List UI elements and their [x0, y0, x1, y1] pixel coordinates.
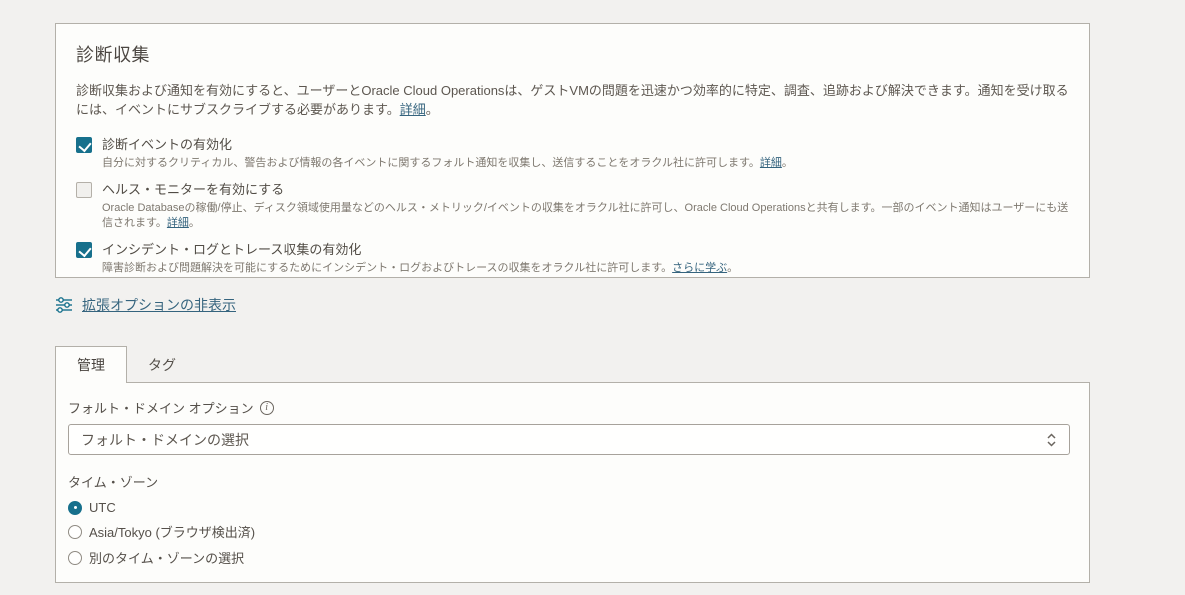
sliders-icon	[55, 296, 73, 314]
other-timezone-radio[interactable]	[68, 551, 82, 565]
checkbox-body: ヘルス・モニターを有効にする Oracle Databaseの稼働/停止、ディス…	[102, 181, 1069, 231]
tab-bar: 管理 タグ	[55, 346, 197, 383]
checkbox-row-incident-logs: インシデント・ログとトレース収集の有効化 障害診断および問題解決を可能にするため…	[76, 241, 1069, 276]
description-period: 。	[727, 262, 738, 274]
description-period: 。	[782, 157, 793, 169]
panel-description: 診断収集および通知を有効にすると、ユーザーとOracle Cloud Opera…	[76, 81, 1069, 119]
utc-radio[interactable]	[68, 501, 82, 515]
incident-logs-label[interactable]: インシデント・ログとトレース収集の有効化	[102, 241, 738, 258]
radio-row-other-timezone: 別のタイム・ゾーンの選択	[68, 548, 1077, 567]
health-monitor-description: Oracle Databaseの稼働/停止、ディスク領域使用量などのヘルス・メト…	[102, 201, 1069, 231]
diagnostic-events-label[interactable]: 診断イベントの有効化	[102, 136, 793, 153]
diagnostics-collection-panel: 診断収集 診断収集および通知を有効にすると、ユーザーとOracle Cloud …	[55, 23, 1090, 278]
learn-more-link[interactable]: さらに学ぶ	[672, 262, 727, 274]
tab-tags-label: タグ	[148, 355, 176, 375]
fault-domain-label-row: フォルト・ドメイン オプション i	[68, 398, 1077, 417]
checkbox-body: 診断イベントの有効化 自分に対するクリティカル、警告および情報の各イベントに関す…	[102, 136, 793, 171]
tab-tags[interactable]: タグ	[127, 346, 197, 383]
advanced-options-row: 拡張オプションの非表示	[55, 295, 236, 315]
radio-row-asia-tokyo: Asia/Tokyo (ブラウザ検出済)	[68, 522, 1077, 541]
description-text: Oracle Databaseの稼働/停止、ディスク領域使用量などのヘルス・メト…	[102, 202, 1068, 229]
management-panel: フォルト・ドメイン オプション i フォルト・ドメインの選択 タイム・ゾーン U…	[55, 382, 1090, 583]
timezone-label: タイム・ゾーン	[68, 472, 1077, 491]
diagnostic-events-description: 自分に対するクリティカル、警告および情報の各イベントに関するフォルト通知を収集し…	[102, 156, 793, 171]
timezone-radio-group: UTC Asia/Tokyo (ブラウザ検出済) 別のタイム・ゾーンの選択	[68, 500, 1077, 567]
select-caret-icon	[1046, 432, 1057, 448]
utc-radio-label[interactable]: UTC	[89, 500, 116, 515]
radio-row-utc: UTC	[68, 500, 1077, 515]
panel-description-text: 診断収集および通知を有効にすると、ユーザーとOracle Cloud Opera…	[76, 83, 1069, 117]
description-period: 。	[426, 102, 439, 117]
asia-tokyo-radio-label[interactable]: Asia/Tokyo (ブラウザ検出済)	[89, 522, 255, 541]
incident-logs-description: 障害診断および問題解決を可能にするためにインシデント・ログおよびトレースの収集を…	[102, 261, 738, 276]
other-timezone-radio-label[interactable]: 別のタイム・ゾーンの選択	[89, 548, 244, 567]
description-text: 自分に対するクリティカル、警告および情報の各イベントに関するフォルト通知を収集し…	[102, 157, 760, 169]
info-icon[interactable]: i	[260, 401, 274, 415]
hide-advanced-options-link[interactable]: 拡張オプションの非表示	[82, 295, 236, 315]
health-monitor-label[interactable]: ヘルス・モニターを有効にする	[102, 181, 1069, 198]
health-monitor-checkbox[interactable]	[76, 182, 92, 198]
details-link[interactable]: 詳細	[760, 157, 782, 169]
tab-management[interactable]: 管理	[55, 346, 127, 383]
diagnostic-events-checkbox[interactable]	[76, 137, 92, 153]
description-text: 障害診断および問題解決を可能にするためにインシデント・ログおよびトレースの収集を…	[102, 262, 672, 274]
fault-domain-select[interactable]: フォルト・ドメインの選択	[68, 424, 1070, 455]
panel-title: 診断収集	[76, 41, 1069, 67]
checkbox-row-health-monitor: ヘルス・モニターを有効にする Oracle Databaseの稼働/停止、ディス…	[76, 181, 1069, 231]
incident-logs-checkbox[interactable]	[76, 242, 92, 258]
fault-domain-label: フォルト・ドメイン オプション	[68, 398, 254, 417]
checkbox-row-diagnostic-events: 診断イベントの有効化 自分に対するクリティカル、警告および情報の各イベントに関す…	[76, 136, 1069, 171]
details-link[interactable]: 詳細	[400, 102, 426, 117]
tab-management-label: 管理	[77, 355, 105, 375]
checkbox-list: 診断イベントの有効化 自分に対するクリティカル、警告および情報の各イベントに関す…	[76, 136, 1069, 276]
fault-domain-select-value: フォルト・ドメインの選択	[81, 430, 249, 450]
description-period: 。	[189, 217, 200, 229]
asia-tokyo-radio[interactable]	[68, 525, 82, 539]
checkbox-body: インシデント・ログとトレース収集の有効化 障害診断および問題解決を可能にするため…	[102, 241, 738, 276]
details-link[interactable]: 詳細	[167, 217, 189, 229]
